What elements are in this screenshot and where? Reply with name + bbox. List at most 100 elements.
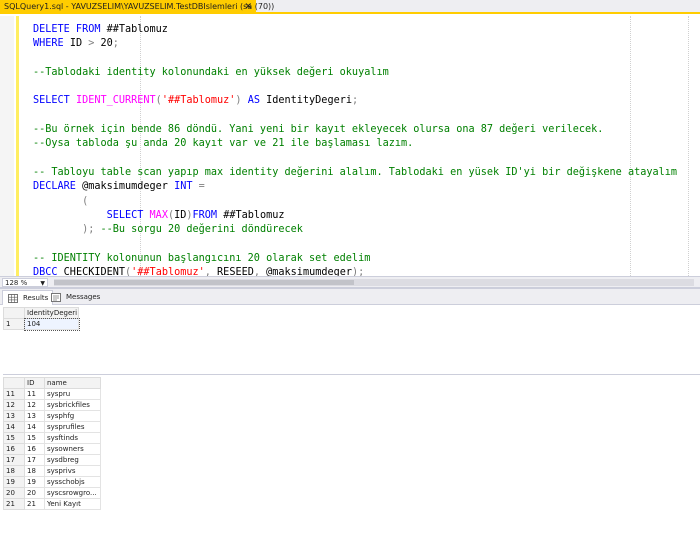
corner-cell[interactable] <box>3 307 25 319</box>
code-line[interactable] <box>33 80 677 94</box>
table-cell[interactable]: syscsrowgro... <box>44 487 101 499</box>
table-cell[interactable]: 13 <box>24 410 45 422</box>
table-row[interactable]: 12 12 sysbrickfiles <box>3 399 101 411</box>
result-grid-rows[interactable]: ID name 11 11 syspru 12 12 sysbrickfiles 13 13 sys… <box>3 377 700 539</box>
table-cell[interactable]: sysprufiles <box>44 421 101 433</box>
tab-messages[interactable]: Messages <box>46 290 104 305</box>
table-row[interactable]: 18 18 sysprivs <box>3 465 101 477</box>
row-number[interactable]: 11 <box>3 388 25 400</box>
table-cell[interactable]: 16 <box>24 443 45 455</box>
table-cell[interactable]: 20 <box>24 487 45 499</box>
code-line[interactable] <box>33 152 677 166</box>
code-line[interactable]: ( <box>33 195 677 209</box>
code-line[interactable]: --Oysa tabloda şu anda 20 kayıt var ve 2… <box>33 137 677 151</box>
row-number[interactable]: 20 <box>3 487 25 499</box>
table-cell[interactable]: Yeni Kayıt <box>44 498 101 510</box>
table-row[interactable]: 21 21 Yeni Kayıt <box>3 498 101 510</box>
table-cell[interactable]: 11 <box>24 388 45 400</box>
code-line[interactable] <box>33 52 677 66</box>
column-header[interactable]: name <box>44 377 101 389</box>
row-number[interactable]: 18 <box>3 465 25 477</box>
table-row[interactable]: 11 11 syspru <box>3 388 101 400</box>
table-row[interactable]: 19 19 sysschobjs <box>3 476 101 488</box>
table-cell[interactable]: sysschobjs <box>44 476 101 488</box>
table-row[interactable]: 20 20 syscsrowgro... <box>3 487 101 499</box>
code-token: --Bu örnek için bende 86 döndü. Yani yen… <box>33 124 604 136</box>
table-row[interactable]: 16 16 sysowners <box>3 443 101 455</box>
corner-cell[interactable] <box>3 377 25 389</box>
table-cell[interactable]: syspru <box>44 388 101 400</box>
table-cell[interactable]: 17 <box>24 454 45 466</box>
code-line[interactable]: SELECT MAX(ID)FROM ##Tablomuz <box>33 209 677 223</box>
table-row[interactable]: 13 13 sysphfg <box>3 410 101 422</box>
code-line[interactable]: DECLARE @maksimumdeger INT = <box>33 180 677 194</box>
table-cell[interactable]: 15 <box>24 432 45 444</box>
table-cell[interactable]: 21 <box>24 498 45 510</box>
code-line[interactable]: ); --Bu sorgu 20 değerini döndürecek <box>33 223 677 237</box>
code-token: DBCC <box>33 267 64 276</box>
table-row[interactable]: 14 14 sysprufiles <box>3 421 101 433</box>
code-token: ( <box>82 195 89 207</box>
table-cell[interactable]: sysprivs <box>44 465 101 477</box>
table-row[interactable]: 17 17 sysdbreg <box>3 454 101 466</box>
code-token: SELECT <box>106 209 150 221</box>
tab-messages-label: Messages <box>66 293 101 301</box>
close-icon[interactable]: ✕ <box>244 0 252 14</box>
scrollbar-thumb[interactable] <box>54 280 354 285</box>
table-cell[interactable]: sysowners <box>44 443 101 455</box>
code-token: ##Tablomuz <box>106 24 168 35</box>
row-number[interactable]: 1 <box>3 318 25 330</box>
row-number[interactable]: 17 <box>3 454 25 466</box>
code-line[interactable]: --Bu örnek için bende 86 döndü. Yani yen… <box>33 123 677 137</box>
table-cell[interactable]: sysbrickfiles <box>44 399 101 411</box>
code-line[interactable] <box>33 237 677 251</box>
code-line[interactable] <box>33 109 677 123</box>
code-token: --Tablodaki identity kolonundaki en yüks… <box>33 66 389 78</box>
table-cell[interactable]: sysdbreg <box>44 454 101 466</box>
code-token: = <box>198 181 205 193</box>
row-number[interactable]: 16 <box>3 443 25 455</box>
row-number[interactable]: 14 <box>3 421 25 433</box>
code-line[interactable]: DBCC CHECKIDENT('##Tablomuz', RESEED, @m… <box>33 266 677 276</box>
table-cell[interactable]: 19 <box>24 476 45 488</box>
table-row[interactable]: 1 104 <box>3 317 80 331</box>
column-header[interactable]: ID <box>24 377 45 389</box>
sql-editor[interactable]: DELETE FROM ##Tablomuz WHERE ID > 20; --T… <box>0 16 700 276</box>
table-row[interactable]: 15 15 sysftinds <box>3 432 101 444</box>
zoom-select[interactable]: 128 % ▼ <box>2 278 48 287</box>
table-cell[interactable]: 14 <box>24 421 45 433</box>
code-token: IDENT_CURRENT <box>75 95 156 107</box>
row-number[interactable]: 21 <box>3 498 25 510</box>
code-token: --Oysa tabloda şu anda 20 kayıt var ve 2… <box>33 138 414 150</box>
result-grid-identity[interactable]: IdentityDegeri 1 104 <box>3 307 700 375</box>
code-line[interactable]: -- IDENTITY kolonunun başlangıcını 20 ol… <box>33 252 677 266</box>
code-token: AS <box>241 95 267 107</box>
code-line[interactable]: DELETE FROM ##Tablomuz <box>33 23 677 37</box>
code-token: 20 <box>94 38 113 50</box>
document-tab[interactable]: SQLQuery1.sql - YAVUZSELIM\YAVUZSELIM.Te… <box>0 0 274 14</box>
code-token: ##Tablomuz <box>223 209 285 221</box>
table-cell[interactable]: sysphfg <box>44 410 101 422</box>
table-cell[interactable]: 18 <box>24 465 45 477</box>
code-line[interactable]: WHERE ID > 20; <box>33 37 677 51</box>
row-number[interactable]: 19 <box>3 476 25 488</box>
code-line[interactable]: --Tablodaki identity kolonundaki en yüks… <box>33 66 677 80</box>
code-token: WHERE <box>33 38 70 50</box>
table-cell[interactable]: sysftinds <box>44 432 101 444</box>
row-number[interactable]: 15 <box>3 432 25 444</box>
row-number[interactable]: 12 <box>3 399 25 411</box>
row-number[interactable]: 13 <box>3 410 25 422</box>
table-cell[interactable]: 12 <box>24 399 45 411</box>
header-row: ID name <box>3 377 101 389</box>
document-tab-strip: SQLQuery1.sql - YAVUZSELIM\YAVUZSELIM.Te… <box>0 0 700 14</box>
tab-results-label: Results <box>23 294 49 302</box>
column-header[interactable]: IdentityDegeri <box>24 307 79 319</box>
code-area[interactable]: DELETE FROM ##Tablomuz WHERE ID > 20; --T… <box>33 23 677 276</box>
result-table[interactable]: IdentityDegeri 1 104 <box>3 307 80 331</box>
result-table[interactable]: ID name 11 11 syspru 12 12 sysbrickfiles 13 13 sys… <box>3 377 101 510</box>
results-tab-strip: Results Messages <box>0 289 700 305</box>
code-line[interactable]: -- Tabloyu table scan yapıp max identity… <box>33 166 677 180</box>
code-line[interactable]: SELECT IDENT_CURRENT('##Tablomuz') AS Id… <box>33 94 677 108</box>
table-cell[interactable]: 104 <box>23 317 80 331</box>
horizontal-scrollbar[interactable] <box>54 279 694 286</box>
